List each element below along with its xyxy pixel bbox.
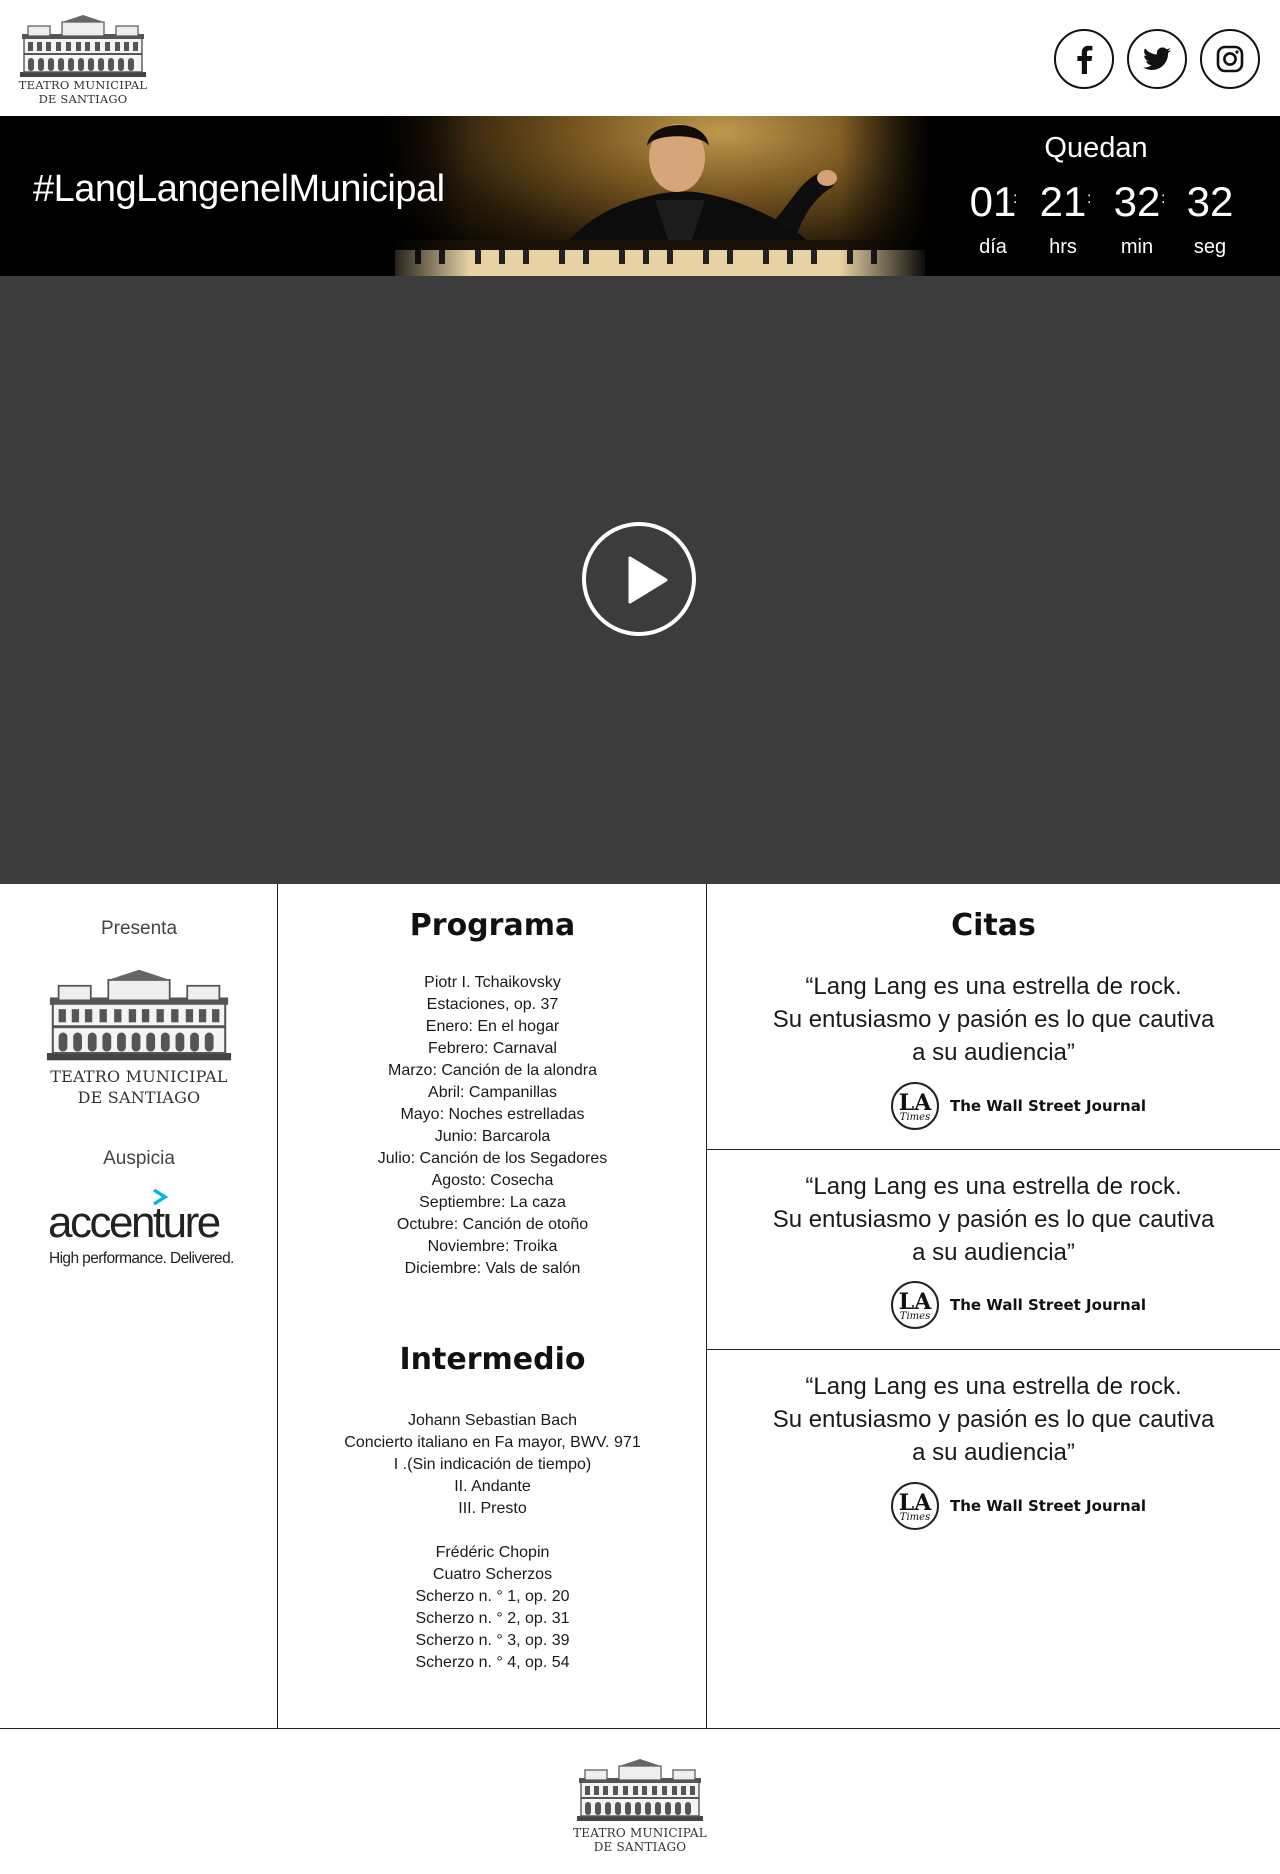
quote-line: “Lang Lang es una estrella de rock. [805, 973, 1182, 1000]
list-item: Febrero: Carnaval [428, 1040, 557, 1057]
instagram-link[interactable] [1200, 29, 1260, 89]
auspicia-label: Auspicia [103, 1148, 175, 1169]
list-item: Cuatro Scherzos [432, 1566, 553, 1583]
site-logo[interactable]: TEATRO MUNICIPAL DE SANTIAGO [14, 14, 152, 106]
quote-card: “Lang Lang es una estrella de rock. Su e… [707, 884, 1280, 1130]
list-item: Enero: En el hogar [425, 1018, 560, 1035]
footer-logo-line-2: DE SANTIAGO [593, 1840, 687, 1854]
countdown-minutes: 32 [1113, 178, 1161, 225]
list-item: Estaciones, op. 37 [426, 996, 559, 1013]
countdown-minutes-unit: min [1120, 236, 1154, 258]
quote-line: Su entusiasmo y pasión es lo que cautiva [772, 1206, 1215, 1233]
list-item: Mayo: Noches estrelladas [400, 1106, 585, 1123]
quote-text: “Lang Lang es una estrella de rock. Su e… [707, 1170, 1280, 1269]
programa-title: Programa [409, 908, 576, 943]
countdown-seconds: 32 [1186, 178, 1234, 225]
badge-sub: Times [899, 1511, 931, 1523]
countdown-separator: : [1161, 190, 1166, 207]
quote-text: “Lang Lang es una estrella de rock. Su e… [707, 1370, 1280, 1469]
list-item: Concierto italiano en Fa mayor, BWV. 971 [344, 1434, 641, 1451]
list-item: Septiembre: La caza [419, 1194, 566, 1211]
instagram-icon [1216, 45, 1244, 73]
theatre-building-icon [574, 1758, 706, 1822]
countdown: Quedan 01 : 21 : 32 : 32 día hrs min seg [950, 116, 1280, 276]
la-times-badge-icon: LA Times [891, 1482, 939, 1530]
list-item: Marzo: Canción de la alondra [387, 1062, 597, 1079]
list-item: Johann Sebastian Bach [407, 1412, 577, 1429]
presenter-logo[interactable]: TEATRO MUNICIPAL DE SANTIAGO [44, 968, 234, 1108]
quote-card: “Lang Lang es una estrella de rock. Su e… [707, 1084, 1280, 1329]
list-item: Scherzo n. ° 3, op. 39 [415, 1632, 570, 1649]
sponsor-name: accenture [48, 1198, 221, 1247]
list-item: Scherzo n. ° 4, op. 54 [415, 1654, 570, 1671]
list-item: Diciembre: Vals de salón [404, 1260, 581, 1277]
quote-text: “Lang Lang es una estrella de rock. Su e… [707, 970, 1280, 1069]
footer-logo[interactable]: TEATRO MUNICIPAL DE SANTIAGO [572, 1758, 708, 1854]
quote-line: “Lang Lang es una estrella de rock. [805, 1173, 1182, 1200]
hero-banner: #LangLangenelMunicipal Quedan 01 : 21 : … [0, 116, 1280, 276]
theatre-building-icon [44, 968, 234, 1062]
twitter-icon [1143, 47, 1171, 70]
facebook-link[interactable] [1054, 29, 1114, 89]
quote-source: LA Times The Wall Street Journal [891, 1482, 1146, 1530]
quote-card: “Lang Lang es una estrella de rock. Su e… [707, 1284, 1280, 1530]
countdown-hours-unit: hrs [1049, 236, 1077, 258]
intermedio-title: Intermedio [399, 1342, 586, 1377]
facebook-icon [1077, 45, 1093, 74]
sponsor-logo[interactable]: accenture High performance. Delivered. [48, 1188, 238, 1270]
site-header: TEATRO MUNICIPAL DE SANTIAGO [0, 0, 1280, 116]
list-item: II. Andante [454, 1478, 531, 1495]
source-name: The Wall Street Journal [950, 1497, 1146, 1515]
list-item: Agosto: Cosecha [431, 1172, 554, 1189]
countdown-days-unit: día [979, 236, 1007, 258]
programa-column: Programa Piotr I. Tchaikovsky Estaciones… [278, 884, 707, 1728]
presenta-column: Presenta TEATRO MUNICIPAL DE SANTIAGO Au… [0, 884, 278, 1728]
citas-column: Citas “Lang Lang es una estrella de rock… [707, 884, 1280, 1728]
list-item: Noviembre: Troika [427, 1238, 558, 1255]
logo-line-2: DE SANTIAGO [38, 92, 128, 106]
hero-fade-right [840, 116, 930, 276]
countdown-separator: : [1087, 190, 1092, 207]
quote-line: “Lang Lang es una estrella de rock. [805, 1373, 1182, 1400]
list-item: Frédéric Chopin [435, 1544, 550, 1561]
list-item: III. Presto [458, 1500, 527, 1517]
presenter-logo-line-1: TEATRO MUNICIPAL [50, 1067, 228, 1086]
list-item: Octubre: Canción de otoño [396, 1216, 589, 1233]
list-item: Julio: Canción de los Segadores [377, 1150, 608, 1167]
programa-list: Piotr I. Tchaikovsky Estaciones, op. 37 … [278, 972, 707, 1280]
presenta-label: Presenta [100, 918, 178, 939]
countdown-separator: : [1013, 190, 1018, 207]
quote-line: Su entusiasmo y pasión es lo que cautiva [772, 1406, 1215, 1433]
list-item: Piotr I. Tchaikovsky [424, 974, 561, 991]
intermedio-list: Johann Sebastian Bach Concierto italiano… [278, 1410, 707, 1674]
logo-line-1: TEATRO MUNICIPAL [18, 78, 148, 92]
quote-line: a su audiencia” [912, 1039, 1075, 1066]
list-item: Abril: Campanillas [428, 1084, 557, 1101]
footer-divider [0, 1728, 1280, 1729]
list-item: Junio: Barcarola [434, 1128, 551, 1145]
list-item: Scherzo n. ° 2, op. 31 [415, 1610, 570, 1627]
list-item: I .(Sin indicación de tiempo) [393, 1456, 592, 1473]
sponsor-tagline: High performance. Delivered. [49, 1250, 234, 1267]
quote-line: a su audiencia” [912, 1239, 1075, 1266]
presenter-logo-line-2: DE SANTIAGO [77, 1088, 201, 1107]
hero-hashtag: #LangLangenelMunicipal [33, 168, 445, 210]
play-button[interactable] [582, 522, 696, 636]
twitter-link[interactable] [1127, 29, 1187, 89]
theatre-building-icon [17, 14, 149, 78]
countdown-hours: 21 [1039, 178, 1087, 225]
quote-line: a su audiencia” [912, 1439, 1075, 1466]
countdown-label: Quedan [1044, 132, 1148, 164]
footer-logo-line-1: TEATRO MUNICIPAL [573, 1826, 707, 1840]
quote-line: Su entusiasmo y pasión es lo que cautiva [772, 1006, 1215, 1033]
list-item: Scherzo n. ° 1, op. 20 [415, 1588, 570, 1605]
countdown-seconds-unit: seg [1193, 236, 1227, 258]
badge-main: LA [898, 1489, 932, 1516]
play-icon [628, 556, 668, 604]
list-item [278, 1520, 707, 1542]
